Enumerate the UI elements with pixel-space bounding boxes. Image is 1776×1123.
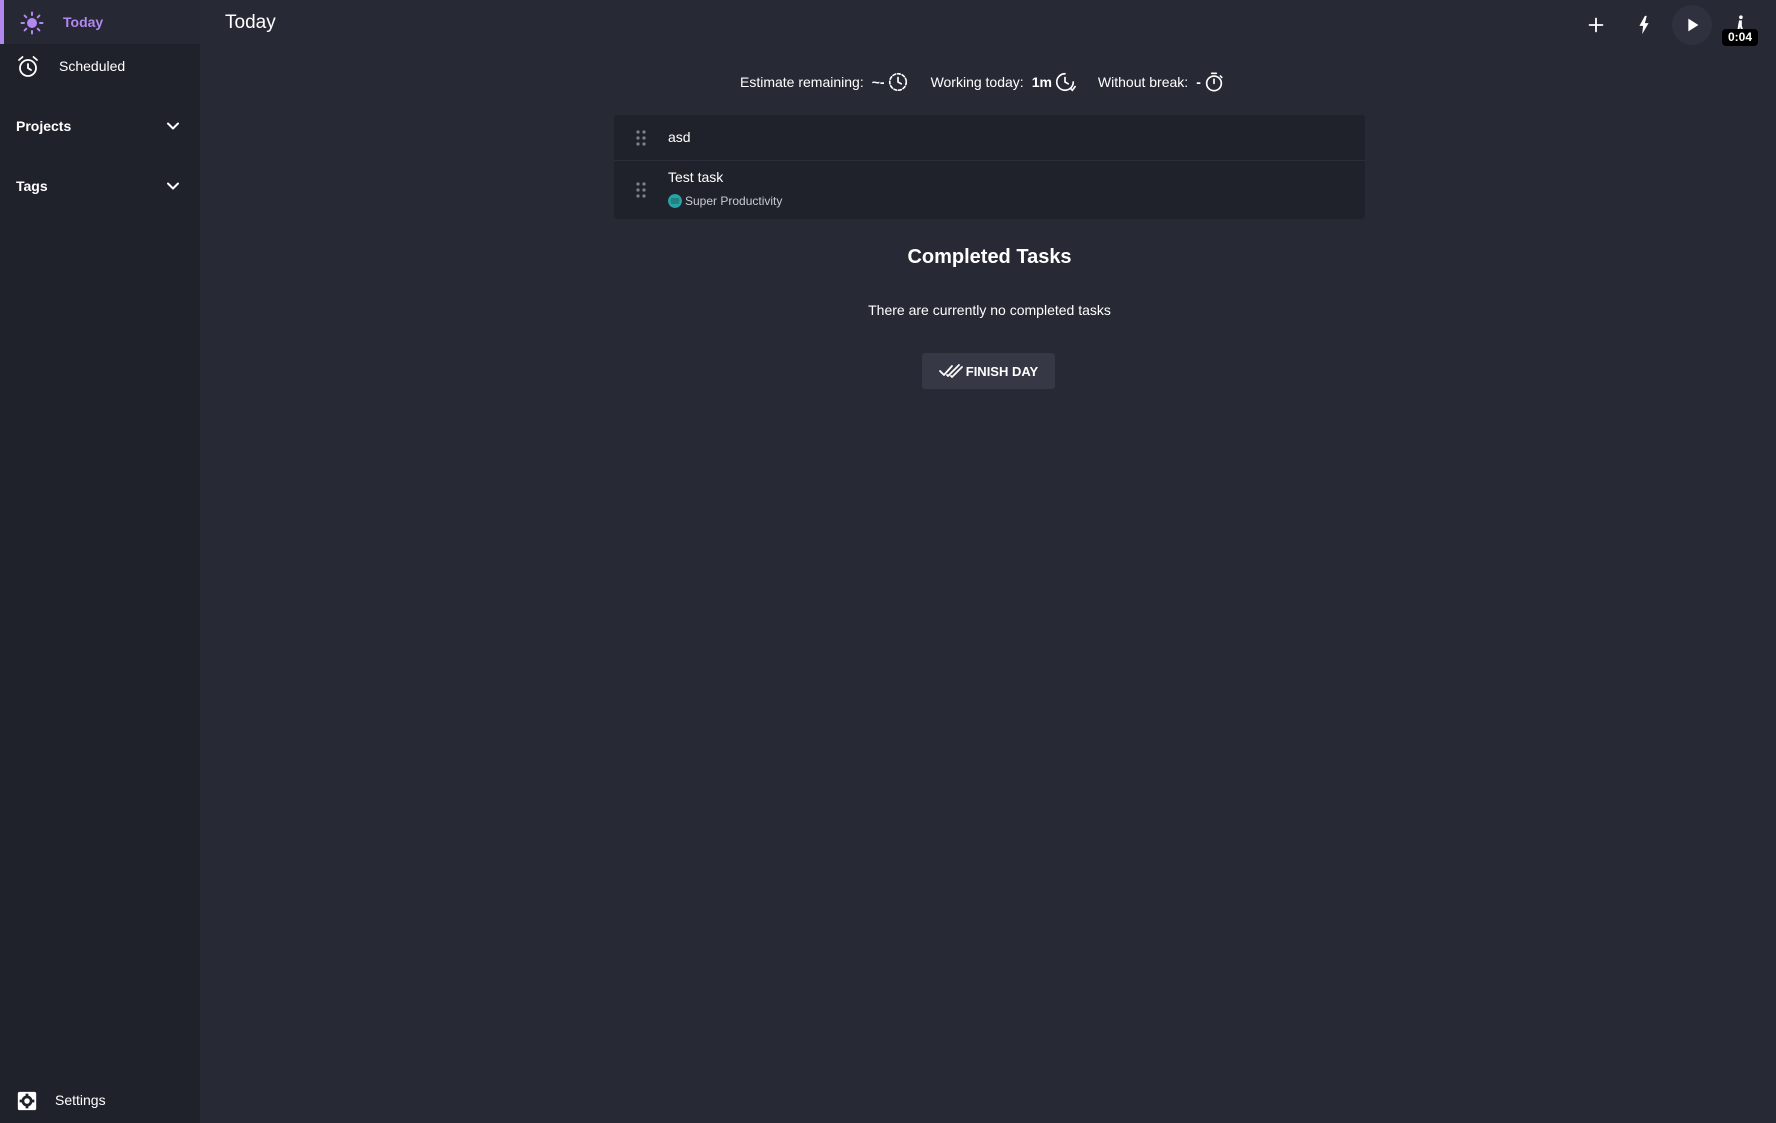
- chevron-down-icon: [167, 122, 179, 130]
- page-title: Today: [225, 12, 276, 33]
- sidebar-section-label: Projects: [16, 118, 72, 134]
- work-metrics-bar: Estimate remaining: ~- Working today: 1m…: [740, 70, 1247, 94]
- completed-tasks-heading: Completed Tasks: [907, 246, 1072, 268]
- sidebar-section-label: Tags: [16, 178, 48, 194]
- task-list: asd Test task Super Productivity: [614, 115, 1365, 219]
- metric-estimate-remaining: Estimate remaining: ~-: [740, 71, 909, 93]
- sidebar-item-today[interactable]: Today: [0, 0, 200, 44]
- completed-tasks-empty-text: There are currently no completed tasks: [868, 302, 1111, 318]
- task-item[interactable]: asd: [614, 115, 1365, 161]
- chevron-down-icon: [167, 182, 179, 190]
- project-tag-label: Super Productivity: [685, 194, 783, 208]
- alarm-clock-icon: [18, 56, 38, 77]
- clock-icon: [1055, 72, 1076, 92]
- sidebar-item-settings[interactable]: Settings: [0, 1080, 200, 1120]
- quick-action-button[interactable]: [1624, 5, 1664, 45]
- add-task-button[interactable]: [1576, 5, 1616, 45]
- clock-dashed-icon: [888, 72, 907, 92]
- flash-icon: [1639, 15, 1649, 35]
- sidebar-item-scheduled[interactable]: Scheduled: [0, 44, 200, 88]
- sidebar-section-projects[interactable]: Projects: [0, 106, 200, 146]
- project-icon: [668, 194, 682, 208]
- metric-label: Working today:: [930, 74, 1024, 90]
- break-timer-badge: 0:04: [1722, 29, 1758, 46]
- metric-label: Estimate remaining:: [740, 74, 864, 90]
- finish-day-button[interactable]: FINISH DAY: [922, 353, 1055, 389]
- play-button[interactable]: [1672, 5, 1712, 45]
- sidebar: Today Scheduled Projects Tags Settings: [0, 0, 200, 1123]
- metric-label: Without break:: [1097, 74, 1189, 90]
- task-title[interactable]: Test task: [668, 169, 723, 185]
- plus-icon: [1588, 17, 1604, 33]
- metric-value: -: [1196, 74, 1201, 90]
- metric-working-today: Working today: 1m: [931, 71, 1076, 93]
- metric-value: 1m: [1031, 74, 1052, 90]
- sidebar-item-label: Today: [63, 14, 104, 30]
- sidebar-item-label: Scheduled: [59, 58, 126, 74]
- drag-handle-icon[interactable]: [634, 181, 648, 199]
- drag-handle-icon[interactable]: [634, 129, 648, 147]
- sidebar-item-label: Settings: [55, 1092, 106, 1108]
- project-tag[interactable]: Super Productivity: [668, 194, 782, 208]
- stopwatch-icon: [1205, 72, 1223, 92]
- sidebar-section-tags[interactable]: Tags: [0, 166, 200, 206]
- metric-value: ~-: [871, 74, 885, 90]
- play-icon: [1688, 18, 1699, 32]
- finish-day-label: FINISH DAY: [965, 363, 1039, 379]
- metric-without-break: Without break: -: [1098, 71, 1225, 93]
- gear-icon: [17, 1091, 37, 1111]
- task-item[interactable]: Test task Super Productivity: [614, 161, 1365, 219]
- double-check-icon: [938, 364, 963, 378]
- sun-icon: [20, 11, 44, 35]
- task-title[interactable]: asd: [668, 129, 691, 145]
